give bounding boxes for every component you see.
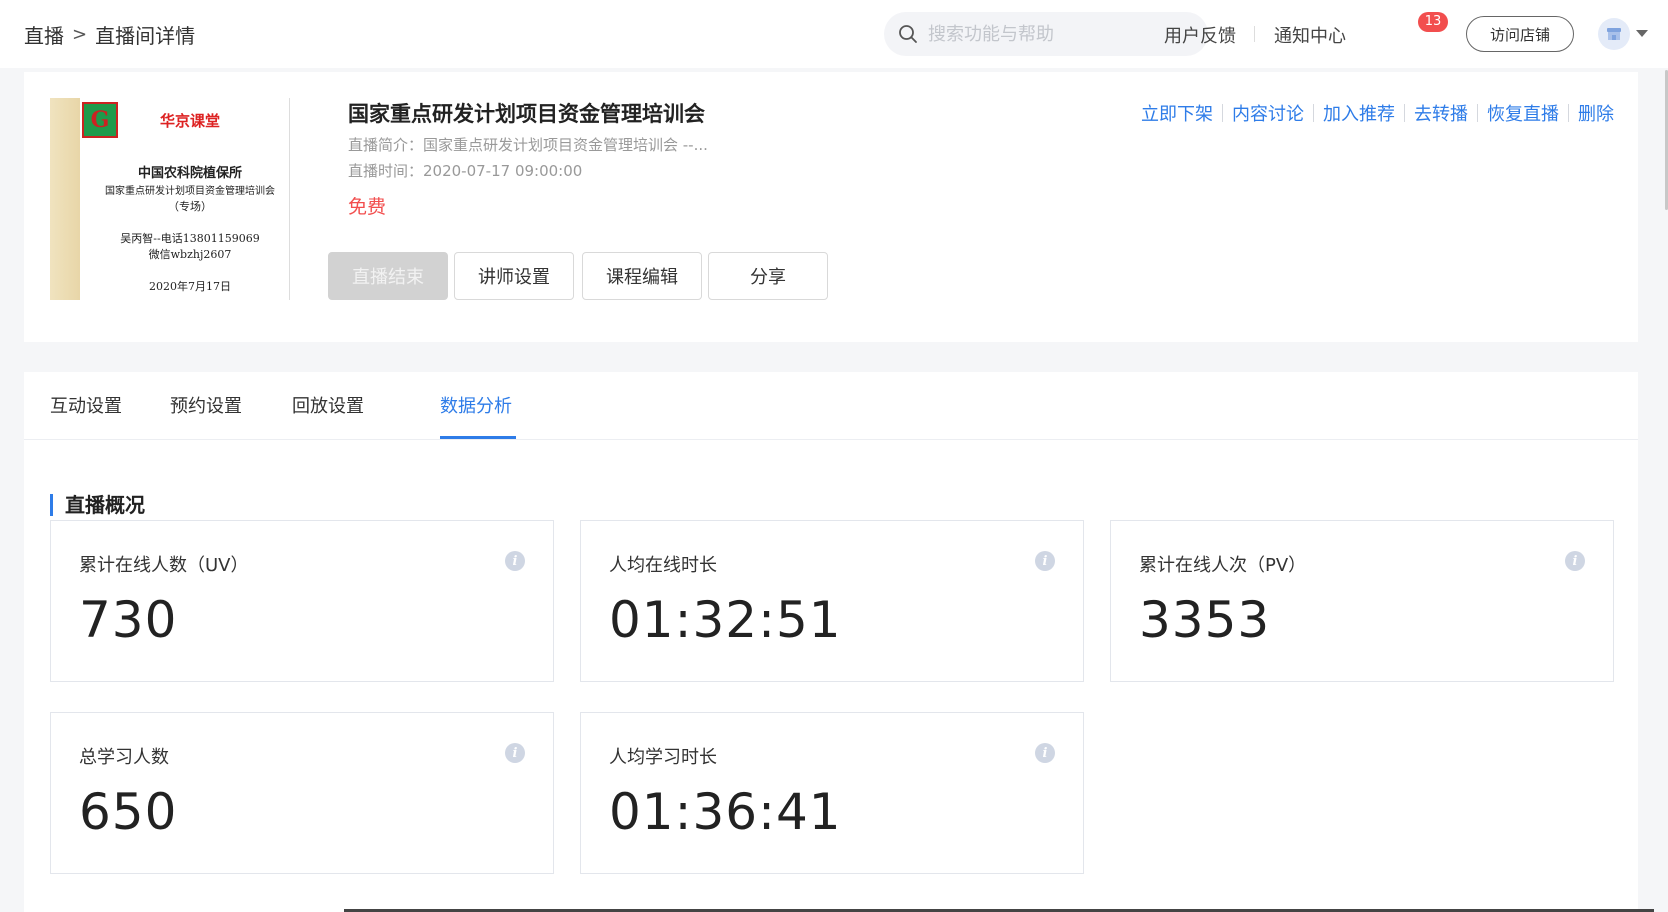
search-icon: [899, 25, 917, 43]
search-box[interactable]: [884, 12, 1208, 56]
stat-value: 3353: [1139, 591, 1271, 649]
tab-interaction-settings[interactable]: 互动设置: [50, 392, 122, 418]
top-bar: 直播 > 直播间详情 用户反馈 通知中心 13 访问店铺: [0, 0, 1668, 68]
breadcrumb-current: 直播间详情: [95, 24, 196, 48]
avatar[interactable]: [1598, 18, 1630, 50]
action-rebroadcast[interactable]: 去转播: [1405, 100, 1477, 126]
stat-label: 人均学习时长: [609, 747, 717, 768]
course-intro: 直播简介：国家重点研发计划项目资金管理培训会 --...: [348, 136, 708, 154]
store-icon: [1607, 28, 1621, 40]
stat-card-uv: 累计在线人数（UV） i 730: [50, 520, 554, 682]
course-title: 国家重点研发计划项目资金管理培训会: [348, 102, 705, 126]
breadcrumb-root[interactable]: 直播: [24, 20, 64, 49]
course-cover: G 华京课堂 中国农科院植保所 国家重点研发计划项目资金管理培训会 （专场） 吴…: [50, 98, 290, 300]
info-icon[interactable]: i: [1035, 551, 1055, 571]
notification-center-link[interactable]: 通知中心: [1274, 22, 1346, 48]
tab-bar: 互动设置 预约设置 回放设置 数据分析: [24, 372, 1638, 440]
course-price: 免费: [348, 196, 387, 218]
notification-badge: 13: [1418, 12, 1448, 32]
stat-value: 01:36:41: [609, 783, 842, 841]
course-header-card: G 华京课堂 中国农科院植保所 国家重点研发计划项目资金管理培训会 （专场） 吴…: [24, 72, 1638, 342]
cover-brand: 华京课堂: [159, 112, 220, 130]
breadcrumb: 直播 > 直播间详情: [24, 20, 195, 49]
feedback-link[interactable]: 用户反馈: [1164, 22, 1236, 48]
search-input[interactable]: [928, 23, 1188, 45]
cover-line: 中国农科院植保所: [137, 166, 242, 181]
action-discussion[interactable]: 内容讨论: [1223, 100, 1313, 126]
active-tab-indicator: [440, 436, 516, 439]
course-edit-button[interactable]: 课程编辑: [582, 252, 702, 300]
course-time: 直播时间：2020-07-17 09:00:00: [348, 162, 583, 180]
share-button[interactable]: 分享: [708, 252, 828, 300]
header-divider: [1254, 26, 1255, 42]
action-delete[interactable]: 删除: [1569, 100, 1614, 126]
cover-line: 2020年7月17日: [149, 280, 231, 293]
cover-decoration: [50, 98, 80, 300]
cover-line: （专场）: [168, 200, 212, 213]
data-analysis-card: 互动设置 预约设置 回放设置 数据分析 直播概况 累计在线人数（UV） i 73…: [24, 372, 1638, 912]
stat-card-avg-online-time: 人均在线时长 i 01:32:51: [580, 520, 1084, 682]
teacher-settings-button[interactable]: 讲师设置: [454, 252, 574, 300]
cover-line: 吴丙智--电话13801159069: [120, 232, 260, 245]
action-recommend[interactable]: 加入推荐: [1314, 100, 1404, 126]
info-icon[interactable]: i: [1565, 551, 1585, 571]
chevron-down-icon[interactable]: [1636, 30, 1648, 37]
info-icon[interactable]: i: [505, 551, 525, 571]
tab-replay-settings[interactable]: 回放设置: [292, 392, 364, 418]
stat-card-avg-learning-time: 人均学习时长 i 01:36:41: [580, 712, 1084, 874]
cover-line: 微信wbzhj2607: [148, 248, 232, 261]
stat-card-pv: 累计在线人次（PV） i 3353: [1110, 520, 1614, 682]
stat-value: 650: [79, 783, 178, 841]
action-restore-live[interactable]: 恢复直播: [1478, 100, 1568, 126]
section-title: 直播概况: [50, 494, 145, 516]
stat-label: 总学习人数: [79, 747, 169, 768]
tab-reservation-settings[interactable]: 预约设置: [170, 392, 242, 418]
breadcrumb-separator: >: [72, 24, 88, 45]
action-offline[interactable]: 立即下架: [1132, 100, 1222, 126]
tab-data-analysis[interactable]: 数据分析: [440, 392, 512, 418]
info-icon[interactable]: i: [1035, 743, 1055, 763]
stat-value: 730: [79, 591, 178, 649]
stat-card-total-learners: 总学习人数 i 650: [50, 712, 554, 874]
live-ended-button[interactable]: 直播结束: [328, 252, 448, 300]
action-links: 立即下架 内容讨论 加入推荐 去转播 恢复直播 删除: [1132, 100, 1614, 126]
info-icon[interactable]: i: [505, 743, 525, 763]
visit-store-button[interactable]: 访问店铺: [1466, 16, 1574, 52]
stat-label: 累计在线人数（UV）: [79, 555, 249, 576]
stat-value: 01:32:51: [609, 591, 842, 649]
cover-line: 国家重点研发计划项目资金管理培训会: [105, 186, 275, 197]
stat-label: 人均在线时长: [609, 555, 717, 576]
stat-label: 累计在线人次（PV）: [1139, 555, 1307, 576]
